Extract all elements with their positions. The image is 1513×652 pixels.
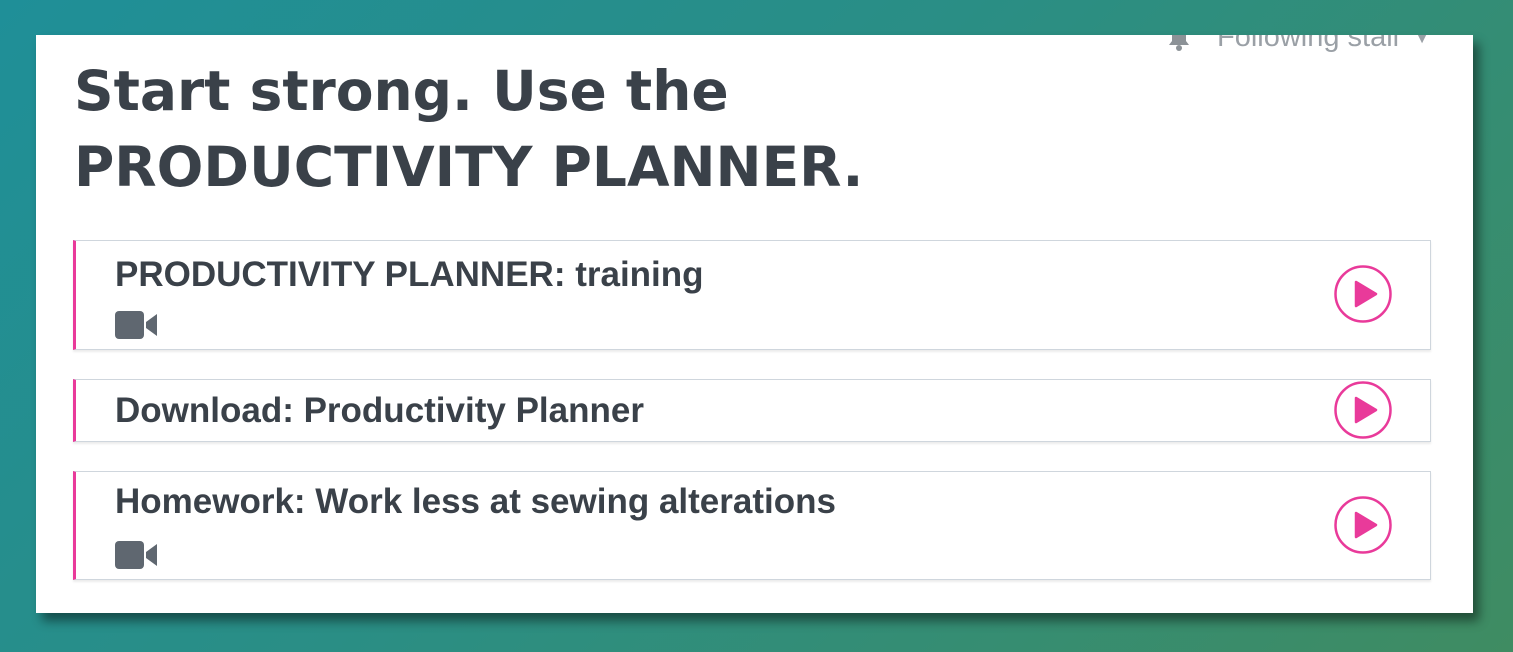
video-camera-icon — [115, 541, 157, 569]
play-button[interactable] — [1334, 496, 1392, 554]
play-button[interactable] — [1334, 381, 1392, 439]
follow-toggle[interactable]: Following stall ▼ — [1167, 35, 1429, 54]
lesson-section-card: Following stall ▼ Start strong. Use the … — [36, 35, 1473, 613]
lesson-item[interactable]: Homework: Work less at sewing alteration… — [73, 471, 1431, 580]
follow-label: Following stall — [1217, 35, 1400, 53]
lesson-item[interactable]: Download: Productivity Planner — [73, 379, 1431, 442]
lesson-title: Download: Productivity Planner — [115, 391, 644, 430]
lesson-item[interactable]: PRODUCTIVITY PLANNER: training — [73, 240, 1431, 350]
play-button[interactable] — [1334, 265, 1392, 323]
lesson-title: Homework: Work less at sewing alteration… — [115, 482, 836, 521]
lesson-title: PRODUCTIVITY PLANNER: training — [115, 255, 704, 294]
chevron-down-icon: ▼ — [1415, 35, 1429, 46]
video-camera-icon — [115, 311, 157, 339]
bell-icon — [1169, 35, 1189, 51]
section-title: Start strong. Use the PRODUCTIVITY PLANN… — [74, 59, 864, 199]
